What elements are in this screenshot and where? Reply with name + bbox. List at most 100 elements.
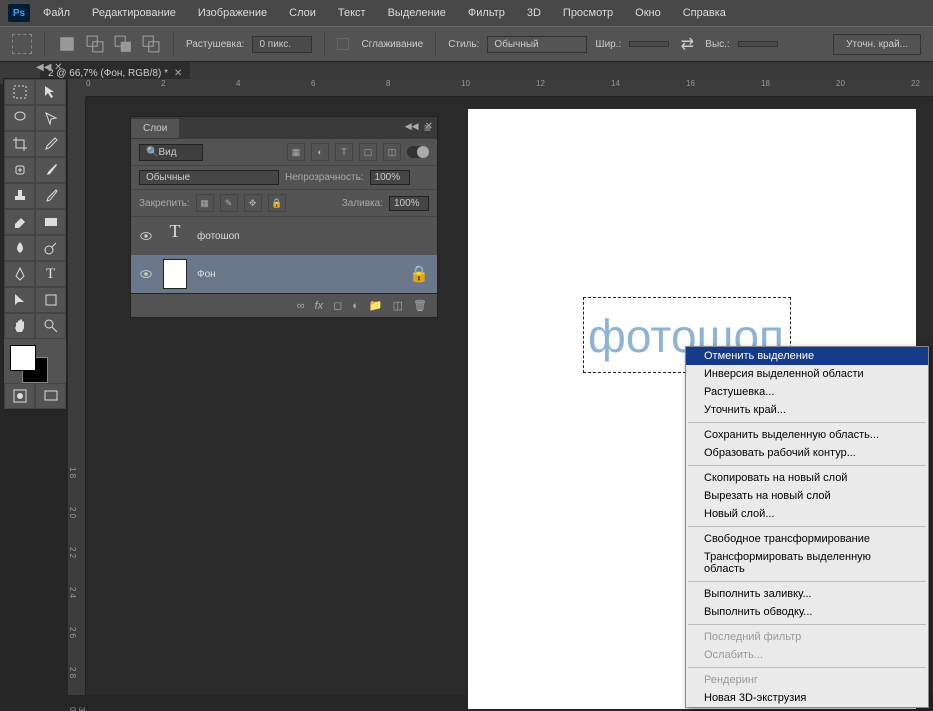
menu-help[interactable]: Справка: [674, 7, 735, 19]
stamp-tool[interactable]: [4, 183, 35, 209]
marquee-tool-icon[interactable]: [12, 34, 32, 54]
ctx-separator: [688, 581, 926, 582]
layer-thumbnail-icon: T: [163, 221, 187, 251]
ruler-vertical[interactable]: 1 8 2 0 2 2 2 4 2 6 2 8 3 0: [68, 97, 86, 695]
lock-icon[interactable]: 🔒: [409, 264, 429, 284]
layer-group-icon[interactable]: 📁: [369, 299, 383, 312]
ctx-cut-new-layer[interactable]: Вырезать на новый слой: [686, 487, 928, 505]
pen-tool[interactable]: [4, 261, 35, 287]
ctx-inverse[interactable]: Инверсия выделенной области: [686, 365, 928, 383]
visibility-toggle-icon[interactable]: [139, 229, 153, 243]
filter-smart-icon[interactable]: ◫: [383, 143, 401, 161]
menu-view[interactable]: Просмотр: [554, 7, 622, 19]
ctx-feather[interactable]: Растушевка...: [686, 383, 928, 401]
fill-input[interactable]: 100%: [389, 196, 429, 211]
opacity-input[interactable]: 100%: [370, 170, 410, 185]
collapse-panel-icon[interactable]: ◀◀ ✕: [36, 62, 63, 73]
ctx-fill[interactable]: Выполнить заливку...: [686, 585, 928, 603]
width-input[interactable]: [629, 41, 669, 47]
ruler-horizontal[interactable]: 0 2 4 6 8 10 12 14 16 18 20 22: [86, 79, 933, 97]
ctx-stroke[interactable]: Выполнить обводку...: [686, 603, 928, 621]
layers-tab[interactable]: Слои: [131, 119, 179, 138]
swap-wh-icon[interactable]: ⇄: [677, 34, 697, 54]
ctx-copy-new-layer[interactable]: Скопировать на новый слой: [686, 469, 928, 487]
lasso-tool[interactable]: [4, 105, 35, 131]
healing-tool[interactable]: [4, 157, 35, 183]
filter-text-icon[interactable]: T: [335, 143, 353, 161]
delete-layer-icon[interactable]: 🗑: [413, 299, 427, 312]
feather-input[interactable]: 0 пикс.: [252, 36, 312, 53]
panel-close-icon[interactable]: ✕: [425, 121, 433, 132]
document-tab-title: 2 @ 66,7% (Фон, RGB/8) *: [48, 68, 168, 79]
lock-transparent-icon[interactable]: ▦: [196, 194, 214, 212]
menu-image[interactable]: Изображение: [189, 7, 276, 19]
history-brush-tool[interactable]: [35, 183, 66, 209]
screen-mode-icon[interactable]: [35, 383, 66, 409]
eyedropper-tool[interactable]: [35, 131, 66, 157]
type-tool[interactable]: T: [35, 261, 66, 287]
filter-pixel-icon[interactable]: ▦: [287, 143, 305, 161]
layer-mask-icon[interactable]: ◻: [333, 299, 342, 312]
layer-fx-icon[interactable]: fx: [315, 300, 324, 312]
foreground-swatch[interactable]: [10, 345, 36, 371]
filter-shape-icon[interactable]: ▢: [359, 143, 377, 161]
lock-all-icon[interactable]: 🔒: [268, 194, 286, 212]
menu-select[interactable]: Выделение: [379, 7, 455, 19]
menu-window[interactable]: Окно: [626, 7, 670, 19]
ctx-new-3d-extrusion[interactable]: Новая 3D-экструзия: [686, 689, 928, 707]
selection-subtract-icon[interactable]: [113, 34, 133, 54]
eraser-tool[interactable]: [4, 209, 35, 235]
menu-3d[interactable]: 3D: [518, 7, 550, 19]
path-select-tool[interactable]: [4, 287, 35, 313]
blur-tool[interactable]: [4, 235, 35, 261]
menu-layers[interactable]: Слои: [280, 7, 325, 19]
ctx-new-layer[interactable]: Новый слой...: [686, 505, 928, 523]
dodge-tool[interactable]: [35, 235, 66, 261]
adjustment-layer-icon[interactable]: ◐: [352, 300, 359, 312]
menu-edit[interactable]: Редактирование: [83, 7, 185, 19]
marquee-tool[interactable]: [4, 79, 35, 105]
panel-collapse-icon[interactable]: ◀◀: [405, 121, 419, 132]
layer-row-text[interactable]: T фотошоп: [131, 217, 437, 255]
lock-position-icon[interactable]: ✥: [244, 194, 262, 212]
filter-adjust-icon[interactable]: ◐: [311, 143, 329, 161]
ctx-refine-edge[interactable]: Уточнить край...: [686, 401, 928, 419]
options-bar: Растушевка: 0 пикс. Сглаживание Стиль: О…: [0, 26, 933, 62]
visibility-toggle-icon[interactable]: [139, 267, 153, 281]
style-select[interactable]: Обычный: [487, 36, 587, 53]
selection-intersect-icon[interactable]: [141, 34, 161, 54]
ctx-make-work-path[interactable]: Образовать рабочий контур...: [686, 444, 928, 462]
selection-new-icon[interactable]: [57, 34, 77, 54]
blend-mode-select[interactable]: Обычные: [139, 170, 279, 185]
brush-tool[interactable]: [35, 157, 66, 183]
menu-file[interactable]: Файл: [34, 7, 79, 19]
layer-filter-kind[interactable]: 🔍 Вид: [139, 144, 203, 161]
quick-select-tool[interactable]: [35, 105, 66, 131]
zoom-tool[interactable]: [35, 313, 66, 339]
new-layer-icon[interactable]: ◫: [393, 299, 403, 312]
quick-mask-icon[interactable]: [4, 383, 35, 409]
close-tab-icon[interactable]: ✕: [174, 68, 182, 79]
shape-tool[interactable]: [35, 287, 66, 313]
ctx-transform-selection[interactable]: Трансформировать выделенную область: [686, 548, 928, 578]
ctx-deselect[interactable]: Отменить выделение: [686, 347, 928, 365]
menu-text[interactable]: Текст: [329, 7, 375, 19]
filter-toggle[interactable]: [407, 146, 429, 158]
height-input[interactable]: [738, 41, 778, 47]
hand-tool[interactable]: [4, 313, 35, 339]
ctx-free-transform[interactable]: Свободное трансформирование: [686, 530, 928, 548]
menu-filter[interactable]: Фильтр: [459, 7, 514, 19]
antialias-checkbox[interactable]: [337, 38, 349, 50]
move-tool[interactable]: [35, 79, 66, 105]
link-layers-icon[interactable]: ∞: [297, 300, 305, 312]
crop-tool[interactable]: [4, 131, 35, 157]
ctx-save-selection[interactable]: Сохранить выделенную область...: [686, 426, 928, 444]
gradient-tool[interactable]: [35, 209, 66, 235]
color-swatches[interactable]: [4, 339, 66, 383]
refine-edge-button[interactable]: Уточн. край...: [833, 34, 921, 55]
layer-row-bg[interactable]: Фон 🔒: [131, 255, 437, 293]
selection-add-icon[interactable]: [85, 34, 105, 54]
layer-name[interactable]: Фон: [197, 269, 216, 280]
layer-name[interactable]: фотошоп: [197, 231, 240, 242]
lock-image-icon[interactable]: ✎: [220, 194, 238, 212]
